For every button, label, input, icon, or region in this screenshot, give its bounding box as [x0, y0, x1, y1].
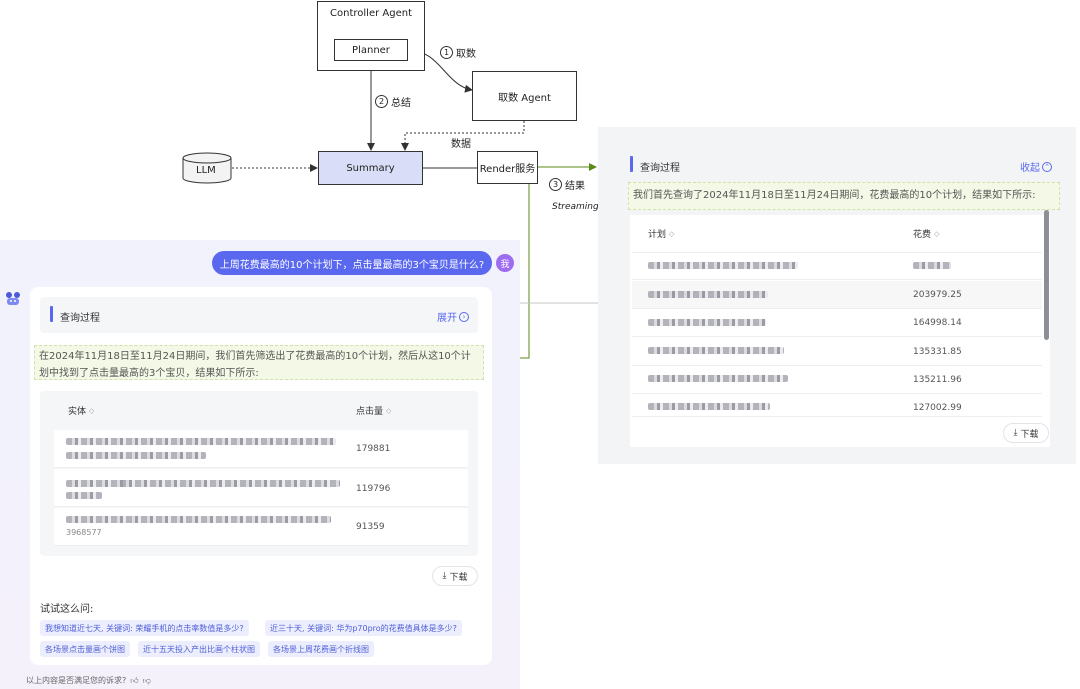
table-scrollbar[interactable] [1044, 210, 1049, 340]
summary-box: Summary [318, 151, 423, 185]
step-number-2: 2 [375, 95, 388, 108]
redacted-plan [648, 403, 770, 410]
expanded-answer-text: 我们首先查询了2024年11月18日至11月24日期间，花费最高的10个计划，结… [628, 182, 1060, 210]
redacted-plan [648, 347, 784, 354]
header-cost[interactable]: 花费 ◇ [913, 227, 940, 241]
thumbs-down-icon[interactable]: 👎︎ [143, 676, 151, 686]
click-count: 119796 [356, 484, 391, 494]
header-plan[interactable]: 计划 ◇ [648, 227, 675, 241]
cost-value: 164998.14 [913, 318, 962, 328]
edge-label-data: 数据 [451, 139, 471, 150]
header-entity[interactable]: 实体 ◇ [68, 404, 95, 418]
llm-label: LLM [196, 165, 216, 176]
thumbs-up-icon[interactable]: 👍︎ [130, 676, 138, 686]
feedback-prompt: 以上内容是否满足您的诉求? 👍︎ 👎︎ [26, 675, 151, 686]
redacted-plan [648, 291, 768, 298]
collapse-link[interactable]: 收起 ⌃ [1020, 159, 1052, 174]
fetch-agent-label: 取数 Agent [498, 92, 551, 104]
header-clicks[interactable]: 点击量 ◇ [356, 404, 392, 418]
cost-value: 203979.25 [913, 290, 962, 300]
sort-icon: ◇ [934, 229, 940, 238]
cost-value: 135211.96 [913, 375, 962, 385]
entity-tail: 3968577 [66, 528, 102, 537]
controller-agent-label: Controller Agent [330, 8, 412, 19]
redacted-entity [66, 516, 331, 523]
redacted-entity [66, 452, 206, 459]
fetch-agent-box: 取数 Agent [472, 71, 577, 121]
redacted-entity [120, 480, 340, 487]
suggestion-chip[interactable]: 各场景上周花费画个折线图 [268, 641, 374, 657]
answer-text: 在2024年11月18日至11月24日期间，我们首先筛选出了花费最高的10个计划… [34, 345, 484, 380]
click-count: 179881 [356, 444, 391, 454]
redacted-cost [913, 262, 951, 269]
redacted-plan [648, 319, 766, 326]
cost-value: 135331.85 [913, 347, 962, 357]
redacted-entity [66, 480, 126, 487]
suggestion-chip[interactable]: 我想知道近七天, 关键词: 荣耀手机的点击率数值是多少? [40, 620, 249, 636]
sort-icon: ◇ [386, 406, 392, 415]
process-accent-bar [50, 306, 53, 322]
redacted-plan [648, 375, 788, 382]
step-number-3: 3 [549, 178, 562, 191]
edge-label-summarize: 2 总结 [375, 94, 411, 109]
redacted-entity [66, 492, 102, 499]
expanded-process-title: 查询过程 [640, 163, 680, 174]
step-number-1: 1 [440, 46, 453, 59]
planner-label: Planner [352, 44, 390, 56]
streaming-label: Streaming [552, 202, 599, 212]
edge-label-fetch: 1 取数 [440, 45, 476, 60]
redacted-entity [66, 438, 336, 445]
bot-avatar-icon [6, 292, 20, 305]
suggestion-chip[interactable]: 各场景点击量画个饼图 [40, 641, 130, 657]
download-icon: ⤓ [442, 571, 447, 581]
cost-value: 127002.99 [913, 403, 962, 413]
user-question-bubble: 上周花费最高的10个计划下，点击量最高的3个宝贝是什么? [212, 251, 492, 275]
download-button[interactable]: ⤓ 下载 [432, 566, 478, 586]
click-count: 91359 [356, 522, 385, 532]
table-row [54, 508, 468, 546]
expanded-download-button[interactable]: ⤓ 下载 [1003, 423, 1049, 443]
try-asking-label: 试试这么问: [40, 604, 94, 615]
chevron-right-icon: › [459, 311, 469, 322]
download-icon: ⤓ [1013, 428, 1018, 438]
expanded-accent-bar [630, 156, 633, 172]
planner-box: Planner [334, 39, 408, 61]
table-row [54, 430, 468, 468]
render-service-box: Render服务 [477, 151, 538, 184]
suggestion-chip[interactable]: 近十五天投入产出比画个柱状图 [138, 641, 260, 657]
sort-icon: ◇ [89, 406, 95, 415]
table-row [54, 469, 468, 507]
chevron-up-icon: ⌃ [1042, 161, 1052, 172]
suggestion-chip[interactable]: 近三十天, 关键词: 华为p70pro的花费值具体是多少? [265, 620, 462, 636]
expand-link[interactable]: 展开 › [437, 309, 469, 324]
process-title: 查询过程 [60, 313, 100, 324]
process-header[interactable] [40, 297, 478, 333]
sort-icon: ◇ [669, 229, 675, 238]
render-service-label: Render服务 [479, 164, 536, 175]
edge-label-result: 3 结果 [549, 177, 585, 192]
user-avatar: 我 [496, 254, 514, 272]
redacted-plan [648, 262, 798, 269]
summary-label: Summary [346, 162, 395, 174]
